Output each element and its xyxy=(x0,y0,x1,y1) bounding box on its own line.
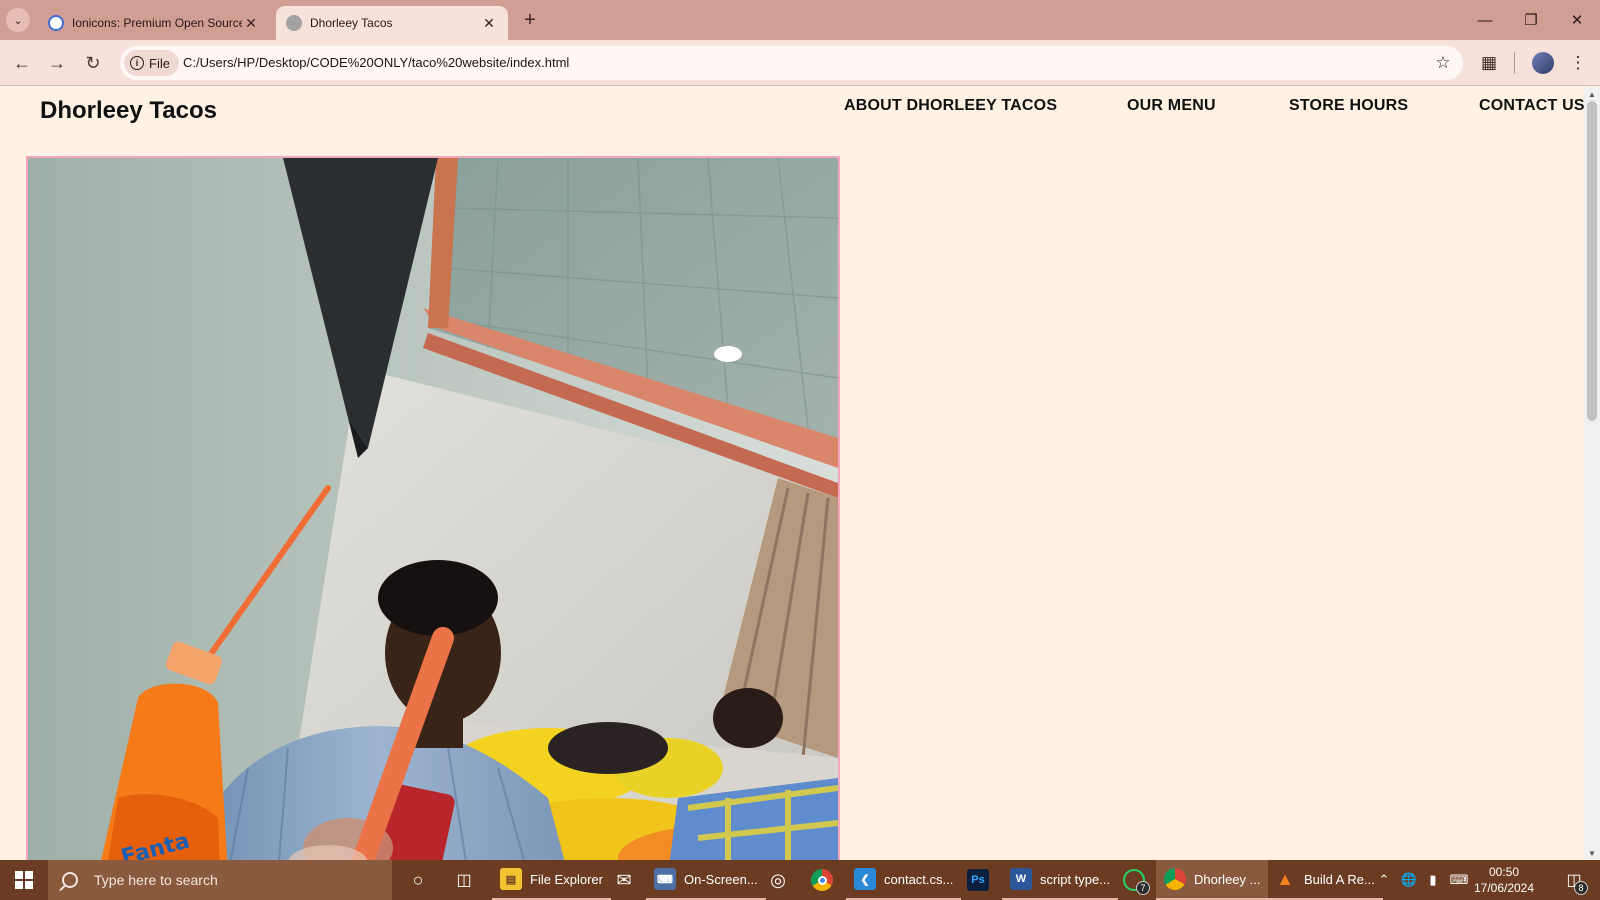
vscode-icon: ❮ xyxy=(854,868,876,890)
url-text[interactable]: C:/Users/HP/Desktop/CODE%20ONLY/taco%20w… xyxy=(183,55,569,70)
taskbar-on-screen-keyboard[interactable]: ⌨ On-Screen... xyxy=(646,860,766,900)
window-close-icon[interactable]: ✕ xyxy=(1554,0,1600,40)
close-icon[interactable]: ✕ xyxy=(480,14,498,32)
target-app-icon[interactable]: ◎ xyxy=(758,860,798,900)
app-label: script type... xyxy=(1040,871,1111,887)
taskbar-vlc[interactable]: ▲ Build A Re... xyxy=(1266,860,1383,900)
close-icon[interactable]: ✕ xyxy=(242,14,260,32)
task-view-icon[interactable]: ◫ xyxy=(446,860,482,900)
app-label: contact.cs... xyxy=(884,871,954,887)
browser-toolbar: ← → ↻ i File C:/Users/HP/Desktop/CODE%20… xyxy=(0,40,1600,86)
search-placeholder: Type here to search xyxy=(94,872,218,888)
scroll-up-icon[interactable]: ▲ xyxy=(1584,87,1600,101)
back-arrow-icon[interactable]: ← xyxy=(6,47,38,79)
app-label: On-Screen... xyxy=(684,871,758,887)
photoshop-icon[interactable]: Ps xyxy=(958,860,998,900)
tray-chevron-up-icon[interactable]: ⌃ xyxy=(1374,860,1394,900)
clock-time: 00:50 xyxy=(1488,865,1520,879)
toolbar-divider xyxy=(1514,52,1515,74)
tab-search-chevron-icon[interactable]: ⌄ xyxy=(6,8,30,32)
taskbar: Type here to search ○ ◫ ▤ File Explorer … xyxy=(0,860,1600,900)
network-globe-icon[interactable]: 🌐 xyxy=(1398,860,1420,900)
menu-kebab-icon[interactable]: ⋮ xyxy=(1562,47,1594,79)
vlc-cone-icon: ▲ xyxy=(1276,868,1294,889)
nav-menu[interactable]: OUR MENU xyxy=(1127,97,1216,115)
forward-arrow-icon[interactable]: → xyxy=(41,47,73,79)
clock-date: 17/06/2024 xyxy=(1473,881,1535,895)
folder-icon: ▤ xyxy=(500,868,522,890)
address-bar[interactable]: i File C:/Users/HP/Desktop/CODE%20ONLY/t… xyxy=(120,46,1463,80)
taskbar-search-box[interactable]: Type here to search xyxy=(48,860,392,900)
app-label: Dhorleey ... xyxy=(1194,871,1261,887)
battery-icon[interactable]: ▮ xyxy=(1422,860,1444,900)
notification-center-icon[interactable]: ◫ 8 xyxy=(1556,860,1592,900)
chrome-icon[interactable] xyxy=(802,860,842,900)
hero-photo: Fanta xyxy=(26,156,840,860)
taskbar-file-explorer[interactable]: ▤ File Explorer xyxy=(492,860,611,900)
bookmark-star-icon[interactable]: ☆ xyxy=(1431,51,1455,75)
notification-badge: 8 xyxy=(1574,881,1588,895)
taskbar-chrome-dhorleey[interactable]: Dhorleey ... xyxy=(1156,860,1269,900)
cortana-circle-icon[interactable]: ○ xyxy=(400,860,436,900)
tab-dhorleey-tacos[interactable]: Dhorleey Tacos ✕ xyxy=(276,6,508,40)
scroll-down-icon[interactable]: ▼ xyxy=(1584,846,1600,860)
whatsapp-badge: 7 xyxy=(1136,881,1150,895)
tab-strip: ⌄ Ionicons: Premium Open Source ✕ Dhorle… xyxy=(0,0,1600,40)
whatsapp-icon[interactable]: 7 xyxy=(1114,860,1154,900)
tab-title: Dhorleey Tacos xyxy=(310,16,393,30)
taskbar-clock[interactable]: 00:50 17/06/2024 xyxy=(1466,864,1542,896)
taskbar-word-document[interactable]: W script type... xyxy=(1002,860,1119,900)
page-scrollbar[interactable]: ▲ ▼ xyxy=(1584,87,1600,860)
nav-store-hours[interactable]: STORE HOURS xyxy=(1289,97,1408,115)
scheme-label: File xyxy=(149,55,170,71)
app-label: File Explorer xyxy=(530,871,603,887)
restore-icon[interactable]: ❐ xyxy=(1508,0,1554,40)
site-nav: ABOUT DHORLEEY TACOS OUR MENU STORE HOUR… xyxy=(0,97,1584,127)
new-tab-plus-icon[interactable]: + xyxy=(518,8,542,32)
minimize-icon[interactable]: — xyxy=(1462,0,1508,40)
nav-about[interactable]: ABOUT DHORLEEY TACOS xyxy=(844,97,1057,115)
app-label: Build A Re... xyxy=(1304,871,1375,887)
ionicons-favicon-icon xyxy=(48,15,64,31)
info-icon: i xyxy=(130,56,144,70)
taskbar-vscode[interactable]: ❮ contact.cs... xyxy=(846,860,962,900)
reload-icon[interactable]: ↻ xyxy=(77,47,109,79)
search-icon xyxy=(62,872,78,888)
scroll-thumb[interactable] xyxy=(1587,101,1597,421)
nav-contact[interactable]: CONTACT US xyxy=(1479,97,1584,115)
extensions-puzzle-icon[interactable]: ▦ xyxy=(1473,47,1505,79)
tab-title: Ionicons: Premium Open Source xyxy=(72,16,242,30)
page-viewport: Dhorleey Tacos ABOUT DHORLEEY TACOS OUR … xyxy=(0,87,1584,860)
globe-favicon-icon xyxy=(286,15,302,31)
word-doc-icon: W xyxy=(1010,868,1032,890)
keyboard-app-icon: ⌨ xyxy=(654,868,676,890)
chrome-profile-icon xyxy=(1164,868,1186,890)
tab-ionicons[interactable]: Ionicons: Premium Open Source ✕ xyxy=(38,6,270,40)
windows-start-icon[interactable] xyxy=(0,860,48,900)
profile-avatar[interactable] xyxy=(1527,47,1559,79)
site-info-chip[interactable]: i File xyxy=(124,50,179,76)
mail-envelope-icon[interactable]: ✉ xyxy=(604,860,644,900)
